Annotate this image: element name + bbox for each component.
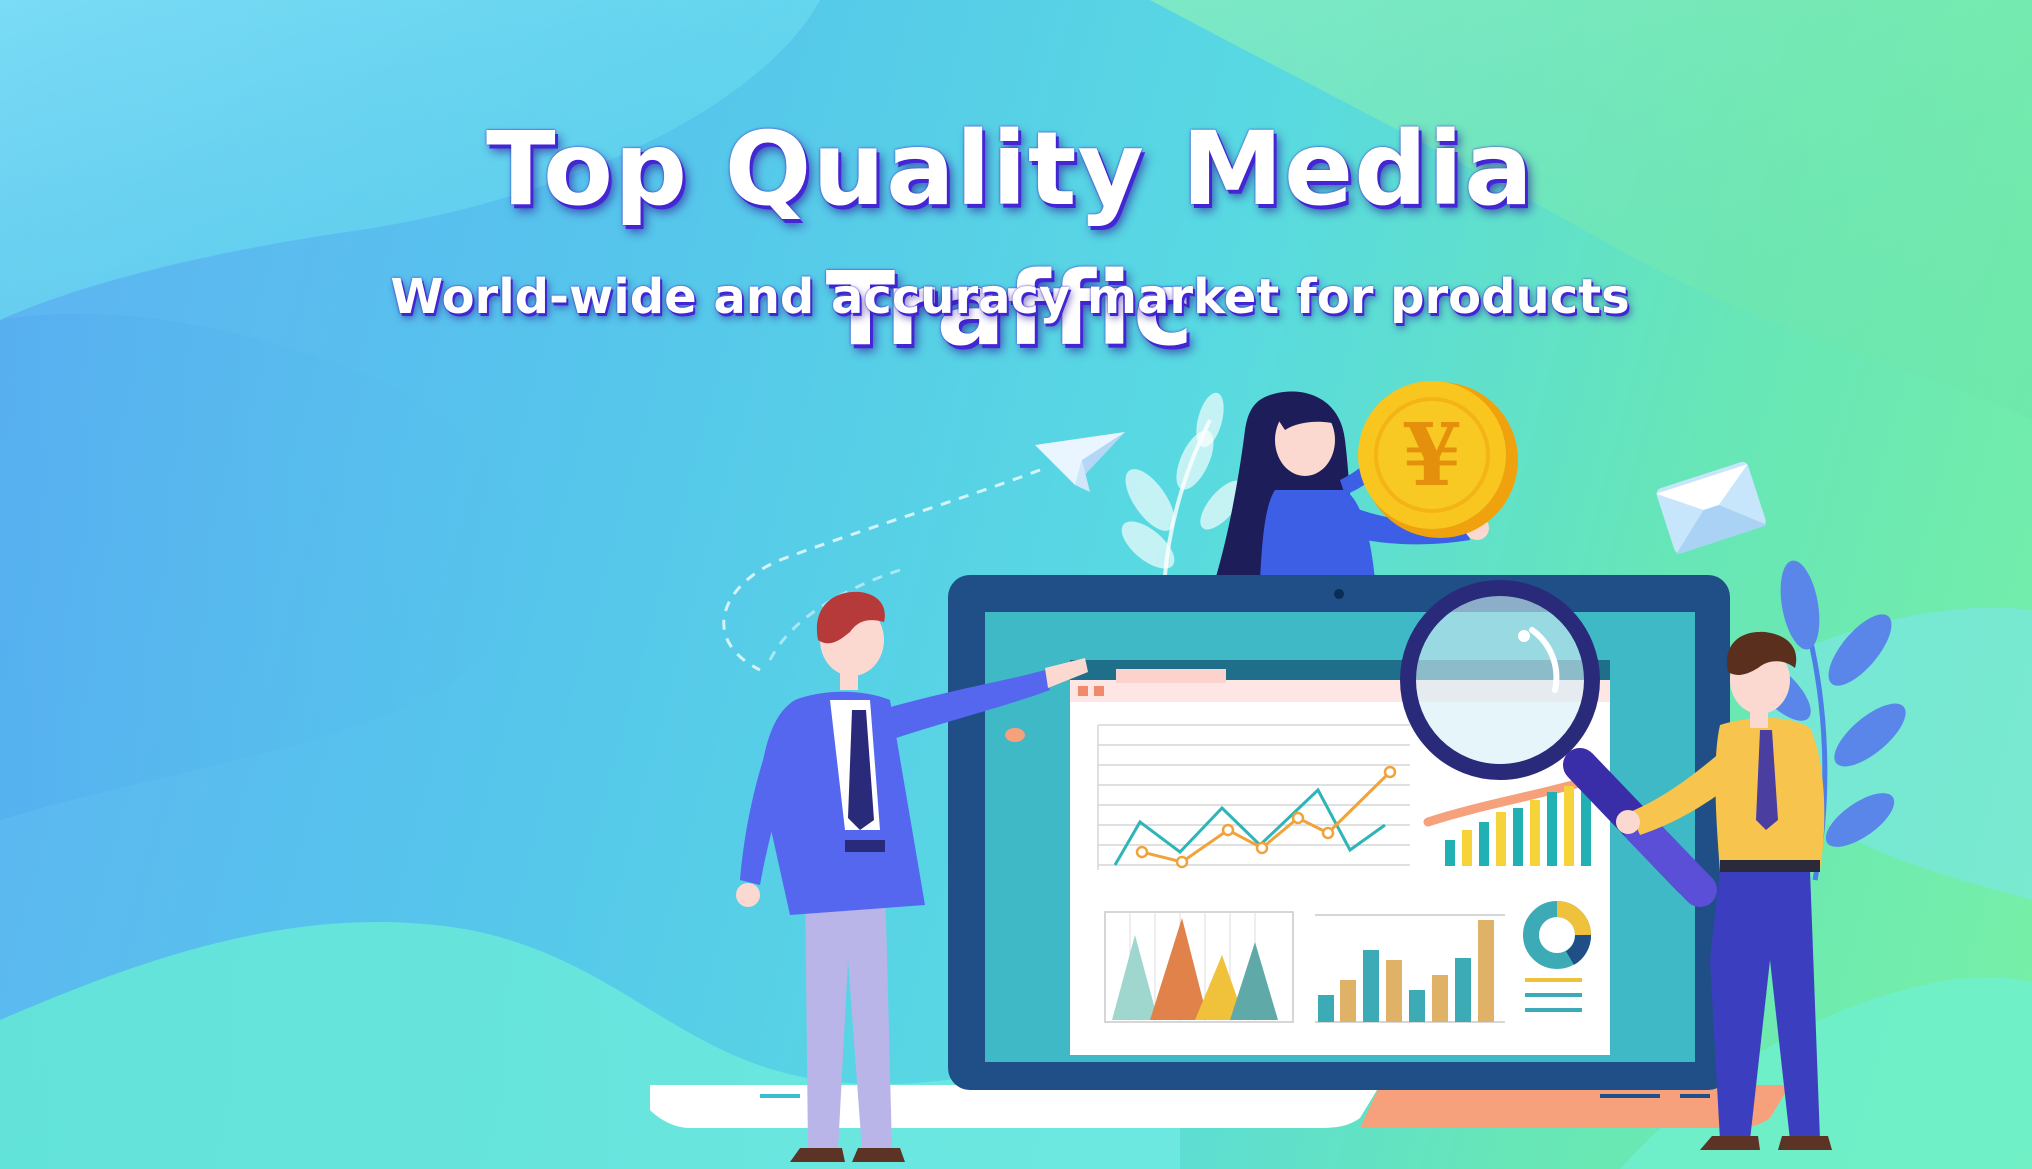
envelope-icon	[1656, 461, 1768, 555]
hero-banner: Top Quality Media Traffic World-wide and…	[0, 0, 2032, 1169]
coin-symbol: ¥	[1402, 405, 1462, 506]
yen-coin-icon: ¥	[1358, 381, 1518, 538]
marketing-illustration: ¥	[650, 381, 1906, 1162]
paper-plane-icon	[1035, 432, 1125, 492]
pointer-dot	[1005, 728, 1025, 742]
